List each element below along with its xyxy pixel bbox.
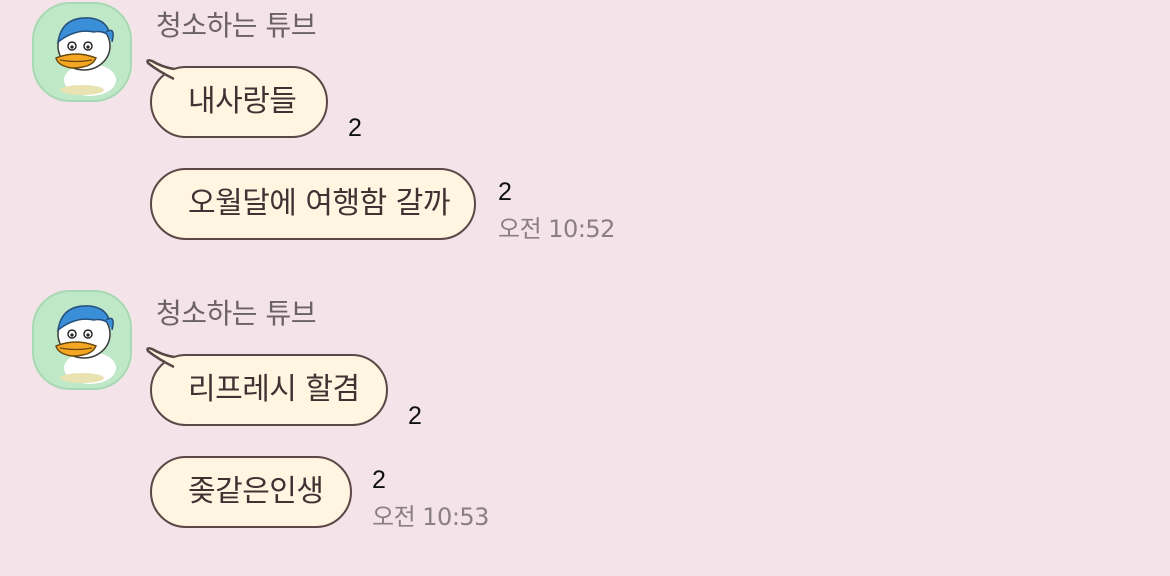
bubble-tail — [146, 347, 175, 369]
unread-count: 2 — [372, 466, 386, 494]
sender-avatar[interactable] — [32, 290, 132, 390]
unread-count: 2 — [348, 114, 362, 142]
tube-duck-avatar-icon — [55, 305, 116, 384]
message-timestamp: 오전 10:52 — [498, 215, 615, 243]
message-meta: 2 오전 10:52 — [498, 178, 615, 244]
message-text: 오월달에 여행함 갈까 — [188, 186, 450, 221]
message-meta: 2 — [348, 114, 362, 143]
unread-count: 2 — [498, 178, 512, 206]
message-bubble[interactable]: 오월달에 여행함 갈까 — [150, 168, 476, 240]
tube-duck-avatar-icon — [55, 17, 116, 96]
message-bubble[interactable]: 리프레시 할겸 — [150, 354, 388, 426]
message-text: 내사랑들 — [188, 84, 297, 119]
message-meta: 2 오전 10:53 — [372, 466, 489, 532]
message-timestamp: 오전 10:53 — [372, 503, 489, 531]
message-bubble[interactable]: 좆같은인생 — [150, 456, 352, 528]
message-text: 리프레시 할겸 — [188, 372, 360, 407]
unread-count: 2 — [408, 402, 422, 430]
message-text: 좆같은인생 — [188, 474, 324, 509]
sender-name: 청소하는 튜브 — [156, 9, 316, 42]
sender-avatar[interactable] — [32, 2, 132, 102]
message-meta: 2 — [408, 402, 422, 431]
bubble-tail — [146, 59, 175, 81]
sender-name: 청소하는 튜브 — [156, 297, 316, 330]
